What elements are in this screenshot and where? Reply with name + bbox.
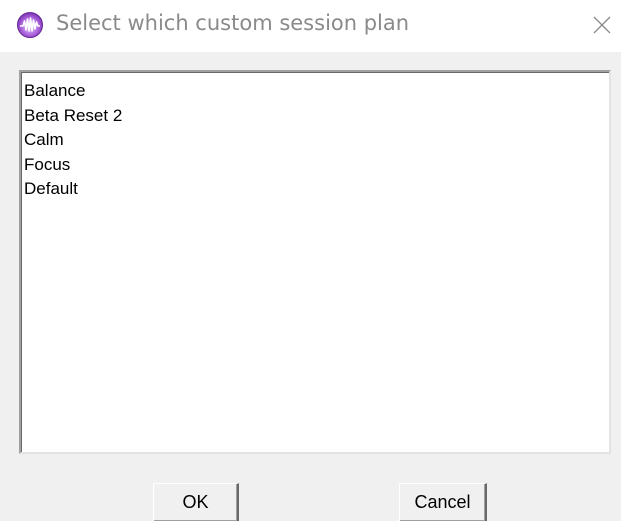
app-logo-icon [16, 11, 44, 39]
list-item[interactable]: Calm [24, 128, 609, 153]
cancel-button[interactable]: Cancel [399, 483, 487, 521]
close-button[interactable] [588, 11, 616, 39]
list-item[interactable]: Balance [24, 79, 609, 104]
session-plan-dialog: Select which custom session plan Balance… [0, 0, 621, 521]
list-item[interactable]: Beta Reset 2 [24, 104, 609, 129]
close-icon [593, 16, 611, 34]
ok-button[interactable]: OK [153, 483, 239, 521]
session-plan-list[interactable]: Balance Beta Reset 2 Calm Focus Default [19, 70, 611, 454]
title-bar: Select which custom session plan [0, 0, 621, 52]
list-item[interactable]: Focus [24, 153, 609, 178]
list-item[interactable]: Default [24, 177, 609, 202]
window-title: Select which custom session plan [56, 11, 410, 35]
